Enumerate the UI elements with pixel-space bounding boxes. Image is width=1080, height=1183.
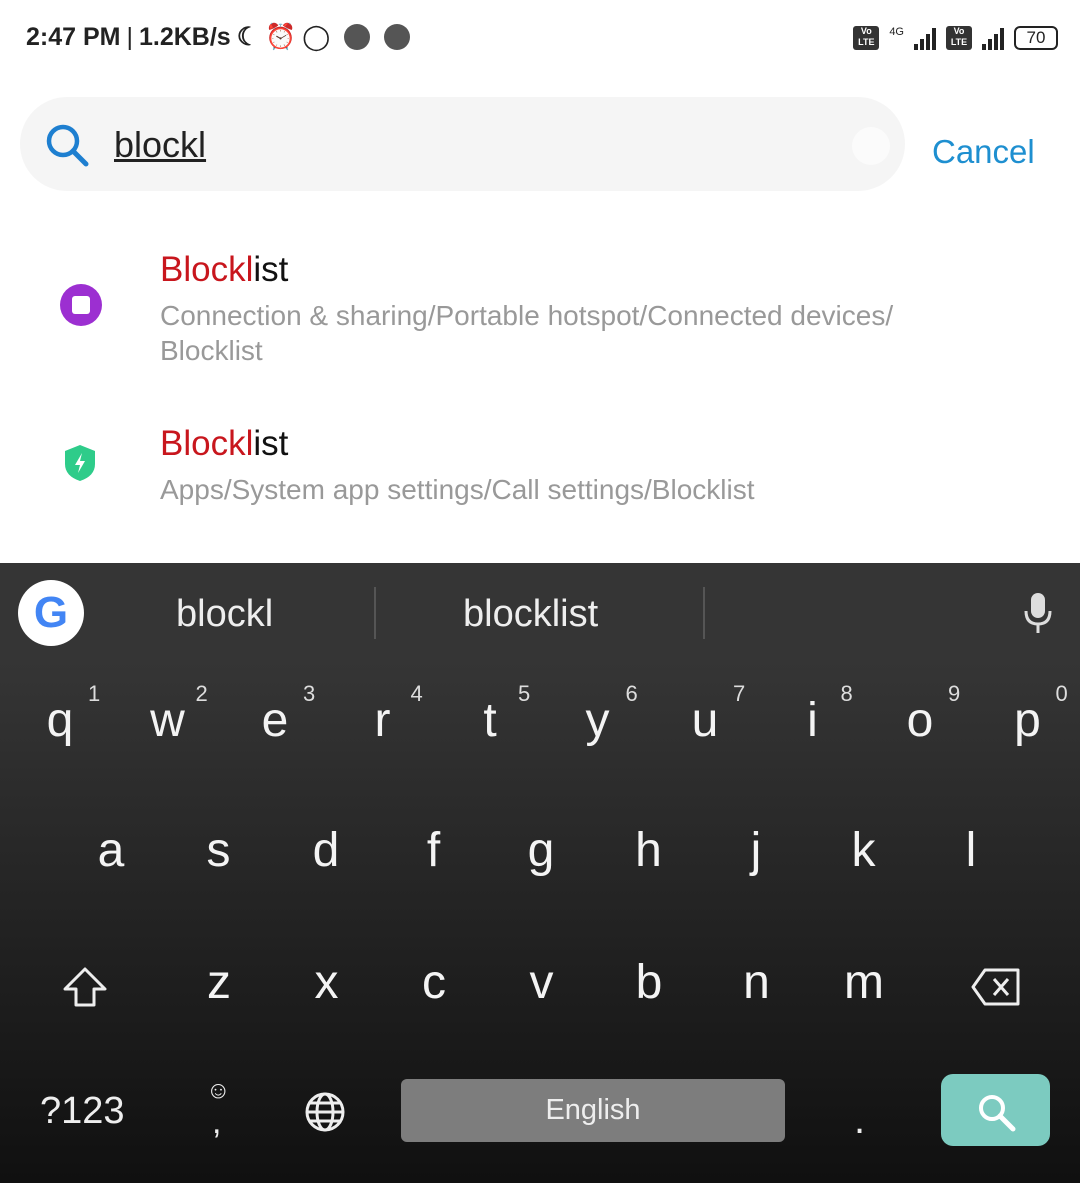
key-j[interactable]: j	[706, 823, 806, 878]
backspace-icon[interactable]	[970, 967, 1022, 1007]
key-k[interactable]: k	[814, 823, 914, 878]
key-hint: 1	[88, 681, 101, 706]
cancel-button[interactable]: Cancel	[932, 133, 1035, 171]
key-hint: 6	[625, 681, 638, 706]
key-hint: 7	[733, 681, 746, 706]
time: 2:47 PM	[26, 22, 121, 51]
key-c[interactable]: c	[384, 955, 484, 1010]
divider	[703, 587, 705, 639]
result-path: Apps/System app settings/Call settings/B…	[160, 474, 755, 505]
key-hint: 2	[195, 681, 208, 706]
settings-gear-icon	[60, 284, 102, 326]
key-hint: 0	[1055, 681, 1068, 706]
key-d[interactable]: d	[276, 823, 376, 878]
status-bar: 2:47 PM | 1.2KB/s ☾ ⏰ ◯	[26, 22, 411, 52]
whatsapp-icon: ◯	[302, 23, 331, 51]
suggestion-bar: G blockl blocklist	[0, 563, 1080, 661]
network-speed: 1.2KB/s	[138, 22, 231, 51]
result-title: Blocklist	[160, 424, 289, 463]
result-item[interactable]: Blocklist Apps/System app settings/Call …	[0, 408, 1080, 518]
clear-icon[interactable]	[852, 127, 890, 165]
key-s[interactable]: s	[169, 823, 269, 878]
key-hint: 9	[948, 681, 961, 706]
suggestion[interactable]: blocklist	[463, 593, 598, 636]
result-path: Connection & sharing/Portable hotspot/Co…	[160, 300, 894, 366]
symbols-key[interactable]: ?123	[40, 1090, 125, 1133]
key-g[interactable]: g	[491, 823, 591, 878]
key-m[interactable]: m	[814, 955, 914, 1010]
battery-icon: 70	[1014, 26, 1058, 50]
key-b[interactable]: b	[599, 955, 699, 1010]
key-hint: 8	[840, 681, 853, 706]
microphone-icon[interactable]	[1022, 591, 1054, 635]
signal-icon	[914, 26, 936, 50]
key-h[interactable]: h	[599, 823, 699, 878]
keyboard: G blockl blocklist ?123 ☺ , English . q1…	[0, 563, 1080, 1183]
globe-icon[interactable]	[304, 1091, 346, 1133]
key-hint: 5	[518, 681, 531, 706]
emoji-icon[interactable]: ☺	[206, 1077, 231, 1105]
shift-icon[interactable]	[62, 966, 108, 1008]
key-hint: 4	[410, 681, 423, 706]
key-hint: 3	[303, 681, 316, 706]
key-l[interactable]: l	[921, 823, 1021, 878]
suggestion[interactable]: blockl	[176, 593, 273, 636]
search-icon	[979, 1095, 1016, 1132]
google-icon[interactable]: G	[18, 580, 84, 646]
snapchat-icon	[344, 24, 371, 50]
snapchat-icon	[384, 24, 411, 50]
search-input[interactable]: blockl	[114, 124, 206, 166]
signal-icon	[982, 26, 1004, 50]
key-f[interactable]: f	[384, 823, 484, 878]
result-item[interactable]: Blocklist Connection & sharing/Portable …	[0, 234, 1080, 384]
search-icon	[46, 124, 89, 167]
period-key[interactable]: .	[854, 1098, 865, 1143]
key-z[interactable]: z	[169, 955, 269, 1010]
alarm-icon: ⏰	[265, 22, 297, 51]
result-title: Blocklist	[160, 250, 289, 289]
volte-icon: Vo LTE	[853, 26, 880, 50]
network-type: 4G	[889, 26, 904, 38]
key-x[interactable]: x	[277, 955, 377, 1010]
moon-icon: ☾	[236, 23, 260, 51]
key-v[interactable]: v	[492, 955, 592, 1010]
shield-bolt-icon	[65, 445, 95, 481]
search-key[interactable]	[941, 1074, 1050, 1146]
comma-key[interactable]: ,	[212, 1103, 221, 1142]
key-n[interactable]: n	[707, 955, 807, 1010]
divider	[374, 587, 376, 639]
key-a[interactable]: a	[61, 823, 161, 878]
status-right: Vo LTE 4G Vo LTE 70	[853, 26, 1058, 50]
separator: |	[126, 22, 133, 51]
space-bar[interactable]: English	[401, 1079, 785, 1142]
volte-icon: Vo LTE	[946, 26, 972, 50]
